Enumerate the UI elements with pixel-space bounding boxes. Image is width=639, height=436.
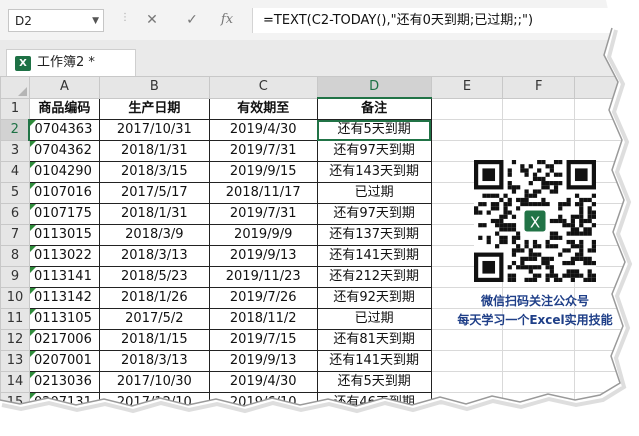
spreadsheet-window: D2 ▼ ⋮ ✕ ✓ fx =TEXT(C2-TODAY(),"还有0天到期;已…	[0, 0, 639, 436]
torn-edge-decoration	[0, 0, 639, 436]
